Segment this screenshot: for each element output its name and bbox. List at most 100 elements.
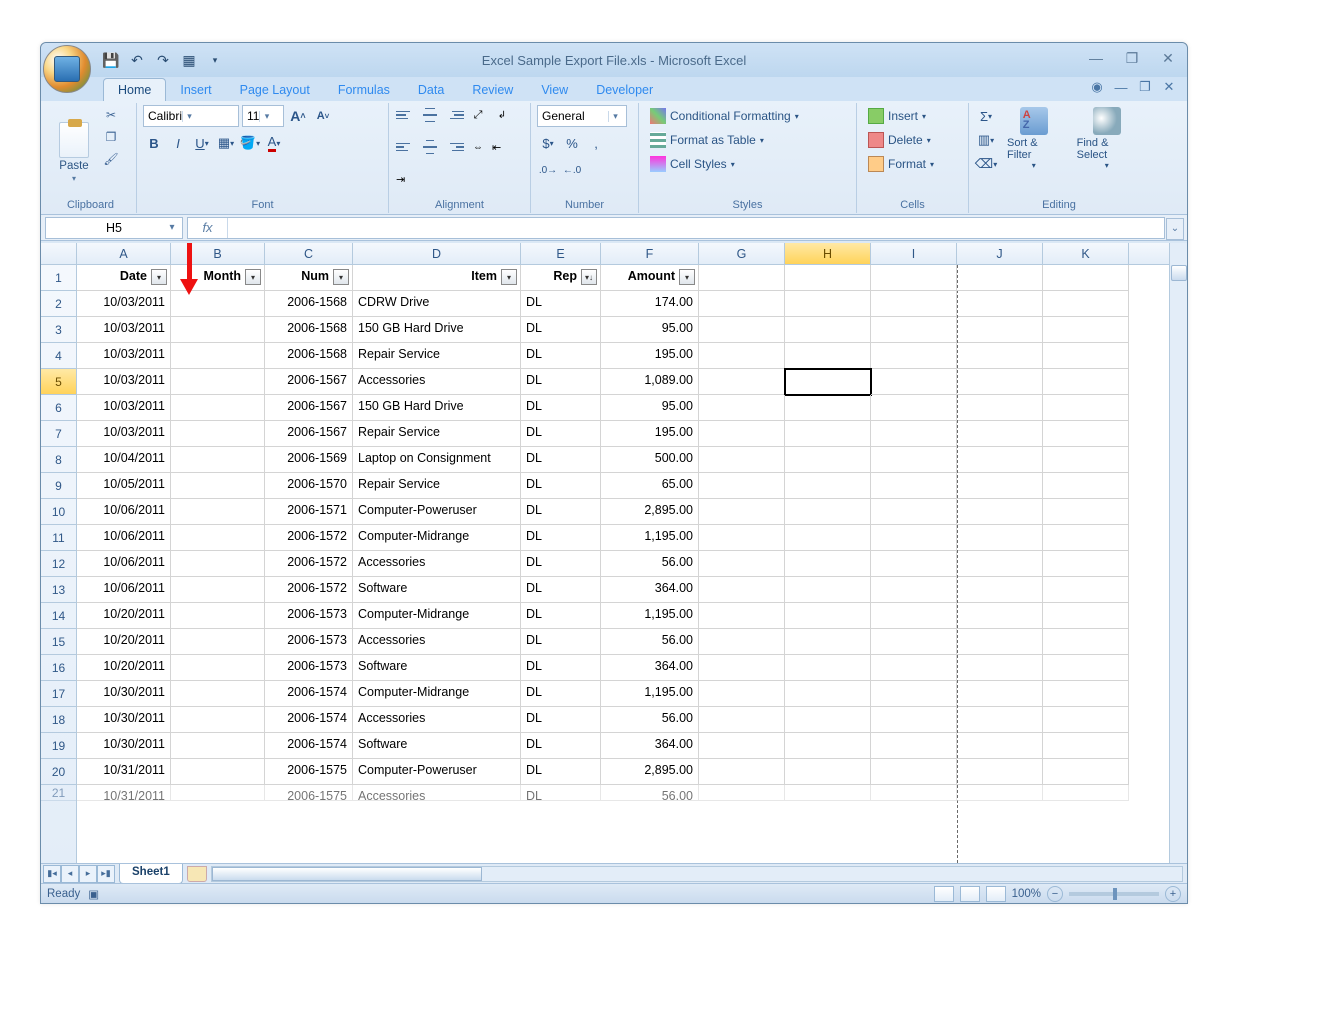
- cell-B10[interactable]: [171, 499, 265, 525]
- col-header-D[interactable]: D: [353, 243, 521, 264]
- cell-C15[interactable]: 2006-1573: [265, 629, 353, 655]
- cell-E13[interactable]: DL: [521, 577, 601, 603]
- cell-F19[interactable]: 364.00: [601, 733, 699, 759]
- cell-C16[interactable]: 2006-1573: [265, 655, 353, 681]
- cell-B3[interactable]: [171, 317, 265, 343]
- cell-F17[interactable]: 1,195.00: [601, 681, 699, 707]
- cell-E8[interactable]: DL: [521, 447, 601, 473]
- cell-B13[interactable]: [171, 577, 265, 603]
- cell-C10[interactable]: 2006-1571: [265, 499, 353, 525]
- cell-G6[interactable]: [699, 395, 785, 421]
- decrease-decimal-icon[interactable]: ←.0: [561, 159, 583, 181]
- format-painter-icon[interactable]: 🖌: [101, 149, 121, 169]
- cell-I2[interactable]: [871, 291, 957, 317]
- percent-format-icon[interactable]: %: [561, 132, 583, 154]
- cell-I19[interactable]: [871, 733, 957, 759]
- row-header-8[interactable]: 8: [41, 447, 76, 473]
- cell-G12[interactable]: [699, 551, 785, 577]
- align-right-icon[interactable]: [443, 137, 465, 157]
- row-header-16[interactable]: 16: [41, 655, 76, 681]
- header-cell-E[interactable]: Rep▾↓: [521, 265, 601, 291]
- header-cell-A[interactable]: Date▾: [77, 265, 171, 291]
- cell-I10[interactable]: [871, 499, 957, 525]
- cell-B16[interactable]: [171, 655, 265, 681]
- align-middle-icon[interactable]: [419, 105, 441, 125]
- font-color-icon[interactable]: A▾: [263, 132, 285, 154]
- cell-E4[interactable]: DL: [521, 343, 601, 369]
- cell-F15[interactable]: 56.00: [601, 629, 699, 655]
- cell-I12[interactable]: [871, 551, 957, 577]
- cell-G3[interactable]: [699, 317, 785, 343]
- col-header-G[interactable]: G: [699, 243, 785, 264]
- cell-D4[interactable]: Repair Service: [353, 343, 521, 369]
- cell-F13[interactable]: 364.00: [601, 577, 699, 603]
- mdi-minimize-icon[interactable]: —: [1113, 79, 1129, 95]
- cell-B9[interactable]: [171, 473, 265, 499]
- page-layout-view-icon[interactable]: [960, 886, 980, 902]
- cell-A6[interactable]: 10/03/2011: [77, 395, 171, 421]
- cell-E9[interactable]: DL: [521, 473, 601, 499]
- cell-I13[interactable]: [871, 577, 957, 603]
- autosum-icon[interactable]: Σ▾: [975, 105, 997, 127]
- cell-D12[interactable]: Accessories: [353, 551, 521, 577]
- cell-K19[interactable]: [1043, 733, 1129, 759]
- cell-I14[interactable]: [871, 603, 957, 629]
- cell-I8[interactable]: [871, 447, 957, 473]
- cell-D6[interactable]: 150 GB Hard Drive: [353, 395, 521, 421]
- wrap-text-icon[interactable]: ↲: [491, 105, 513, 125]
- border-icon[interactable]: ▦▾: [215, 132, 237, 154]
- cell-H9[interactable]: [785, 473, 871, 499]
- cell-F12[interactable]: 56.00: [601, 551, 699, 577]
- cell-E20[interactable]: DL: [521, 759, 601, 785]
- cell-A18[interactable]: 10/30/2011: [77, 707, 171, 733]
- cell-B4[interactable]: [171, 343, 265, 369]
- last-sheet-icon[interactable]: ▸▮: [97, 865, 115, 883]
- select-all-corner[interactable]: [41, 243, 77, 264]
- new-sheet-icon[interactable]: [187, 866, 207, 882]
- cell-G9[interactable]: [699, 473, 785, 499]
- cell-H2[interactable]: [785, 291, 871, 317]
- cell-F16[interactable]: 364.00: [601, 655, 699, 681]
- cell-B7[interactable]: [171, 421, 265, 447]
- cell-C18[interactable]: 2006-1574: [265, 707, 353, 733]
- shrink-font-icon[interactable]: A˅: [312, 105, 334, 127]
- cell-B17[interactable]: [171, 681, 265, 707]
- format-cells-button[interactable]: Format▾: [863, 153, 962, 175]
- filter-dropdown-icon[interactable]: ▾: [245, 269, 261, 285]
- row-header-14[interactable]: 14: [41, 603, 76, 629]
- row-header-18[interactable]: 18: [41, 707, 76, 733]
- number-format-select[interactable]: General▾: [537, 105, 627, 127]
- col-header-C[interactable]: C: [265, 243, 353, 264]
- formula-bar[interactable]: fx ⌄: [187, 217, 1165, 239]
- cell-B8[interactable]: [171, 447, 265, 473]
- cell-K2[interactable]: [1043, 291, 1129, 317]
- col-header-I[interactable]: I: [871, 243, 957, 264]
- header-cell-K[interactable]: [1043, 265, 1129, 291]
- cell-D8[interactable]: Laptop on Consignment: [353, 447, 521, 473]
- cut-icon[interactable]: ✂: [101, 105, 121, 125]
- cell-A9[interactable]: 10/05/2011: [77, 473, 171, 499]
- row-header-17[interactable]: 17: [41, 681, 76, 707]
- cell-C3[interactable]: 2006-1568: [265, 317, 353, 343]
- cell-A4[interactable]: 10/03/2011: [77, 343, 171, 369]
- cell-K11[interactable]: [1043, 525, 1129, 551]
- zoom-out-icon[interactable]: −: [1047, 886, 1063, 902]
- cell-B12[interactable]: [171, 551, 265, 577]
- decrease-indent-icon[interactable]: ⇤: [491, 137, 513, 157]
- cell-I15[interactable]: [871, 629, 957, 655]
- align-center-icon[interactable]: [419, 137, 441, 157]
- delete-cells-button[interactable]: Delete▾: [863, 129, 962, 151]
- cell-K12[interactable]: [1043, 551, 1129, 577]
- save-icon[interactable]: 💾: [101, 50, 121, 70]
- cell-H19[interactable]: [785, 733, 871, 759]
- row-header-10[interactable]: 10: [41, 499, 76, 525]
- cell-H14[interactable]: [785, 603, 871, 629]
- cell-B11[interactable]: [171, 525, 265, 551]
- row-header-9[interactable]: 9: [41, 473, 76, 499]
- cell-J18[interactable]: [957, 707, 1043, 733]
- italic-button[interactable]: I: [167, 132, 189, 154]
- cell-E2[interactable]: DL: [521, 291, 601, 317]
- cell-F6[interactable]: 95.00: [601, 395, 699, 421]
- cell-F5[interactable]: 1,089.00: [601, 369, 699, 395]
- first-sheet-icon[interactable]: ▮◂: [43, 865, 61, 883]
